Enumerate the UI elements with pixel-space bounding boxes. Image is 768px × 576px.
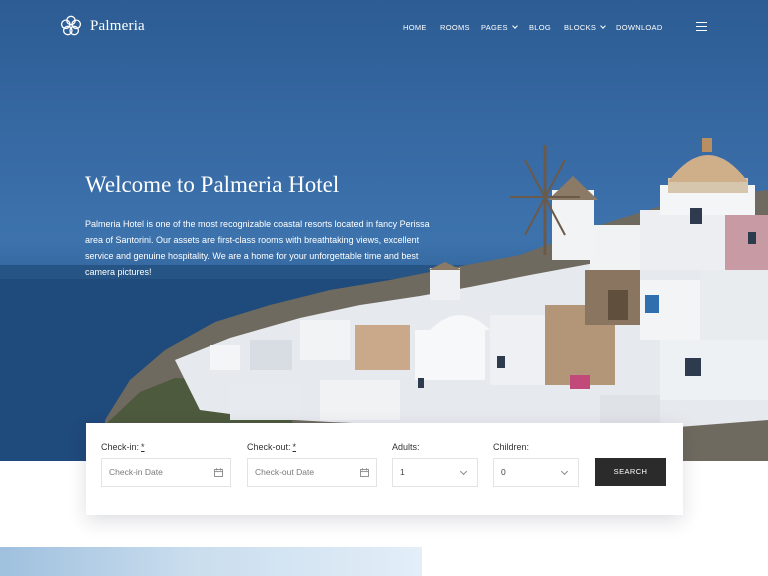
adults-label: Adults: <box>392 442 420 452</box>
hero-section: Palmeria HOME ROOMS PAGES BLOG BLOCKS DO… <box>0 0 768 461</box>
chevron-down-icon <box>600 23 607 29</box>
nav-blog-label: BLOG <box>529 23 552 32</box>
checkin-date-input[interactable]: Check-in Date <box>101 458 231 487</box>
nav-blocks-label: BLOCKS <box>564 23 597 32</box>
checkout-date-input[interactable]: Check-out Date <box>247 458 377 487</box>
booking-form: Check-in: * Check-in Date Check-out: * Che… <box>86 423 683 515</box>
hero-description: Palmeria Hotel is one of the most recogn… <box>85 219 430 277</box>
nav-home-label: HOME <box>403 23 427 32</box>
required-marker: * <box>292 442 297 452</box>
checkout-placeholder: Check-out Date <box>255 467 315 477</box>
checkin-placeholder: Check-in Date <box>109 467 163 477</box>
children-select[interactable]: 0 <box>493 458 579 487</box>
required-marker: * <box>141 442 145 452</box>
checkin-label-text: Check-in: <box>101 442 140 452</box>
checkin-label: Check-in: * <box>101 442 145 452</box>
calendar-icon <box>360 468 369 477</box>
main-navigation: HOME ROOMS PAGES BLOG BLOCKS DOWNLOAD <box>0 20 768 36</box>
adults-select[interactable]: 1 <box>392 458 478 487</box>
nav-download-label: DOWNLOAD <box>616 23 663 32</box>
chevron-down-icon <box>511 23 518 29</box>
nav-rooms[interactable]: ROOMS <box>440 20 470 36</box>
children-label: Children: <box>493 442 530 452</box>
nav-download[interactable]: DOWNLOAD <box>616 20 663 36</box>
calendar-icon <box>214 468 223 477</box>
nav-blocks[interactable]: BLOCKS <box>564 20 607 36</box>
checkout-label: Check-out: * <box>247 442 296 452</box>
nav-pages[interactable]: PAGES <box>481 20 518 36</box>
nav-home[interactable]: HOME <box>403 20 427 36</box>
children-value: 0 <box>501 467 506 477</box>
nav-rooms-label: ROOMS <box>440 23 470 32</box>
hero-title: Welcome to Palmeria Hotel <box>85 172 340 197</box>
chevron-down-icon <box>560 467 569 476</box>
search-button[interactable]: SEARCH <box>595 458 666 486</box>
adults-value: 1 <box>400 467 405 477</box>
nav-pages-label: PAGES <box>481 23 508 32</box>
site-header: Palmeria HOME ROOMS PAGES BLOG BLOCKS DO… <box>0 0 768 56</box>
hamburger-menu-icon[interactable] <box>696 22 707 31</box>
checkout-label-text: Check-out: <box>247 442 291 452</box>
chevron-down-icon <box>459 467 468 476</box>
nav-blog[interactable]: BLOG <box>529 20 551 36</box>
section-preview-image <box>0 547 422 576</box>
